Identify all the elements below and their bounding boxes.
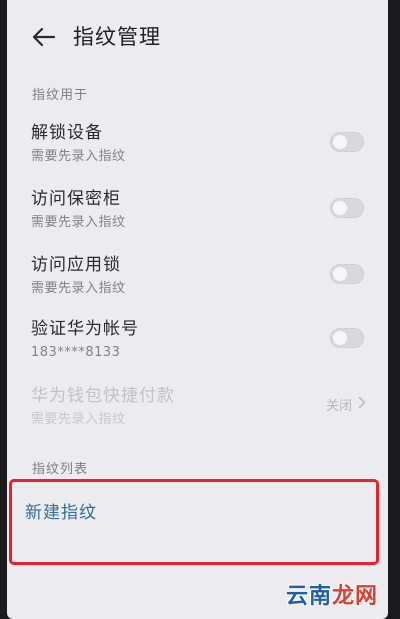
setting-title: 华为钱包快捷付款: [31, 386, 175, 406]
section-label-fingerprint-list: 指纹列表: [32, 462, 89, 477]
page-title: 指纹管理: [73, 25, 161, 49]
setting-row-safe-access[interactable]: 访问保密柜 需要先录入指纹: [7, 186, 388, 248]
setting-subtitle: 需要先录入指纹: [31, 215, 126, 230]
setting-subtitle: 需要先录入指纹: [31, 412, 126, 427]
setting-title: 访问保密柜: [31, 189, 121, 209]
back-button[interactable]: [27, 20, 61, 54]
setting-row-app-lock[interactable]: 访问应用锁 需要先录入指纹: [7, 252, 388, 314]
wallet-payment-value: 关闭: [326, 395, 366, 414]
new-fingerprint-label: 新建指纹: [25, 503, 97, 523]
site-watermark: 云南龙网: [286, 584, 379, 609]
chevron-right-icon: [358, 396, 366, 413]
setting-subtitle: 需要先录入指纹: [31, 149, 126, 164]
setting-row-verify-account[interactable]: 验证华为帐号 183****8133: [7, 316, 388, 378]
arrow-left-icon: [33, 28, 55, 46]
safe-access-toggle[interactable]: [330, 198, 364, 218]
verify-account-toggle[interactable]: [330, 328, 364, 348]
new-fingerprint-button[interactable]: 新建指纹: [11, 480, 383, 566]
account-number: 183****8133: [31, 345, 121, 360]
setting-title: 验证华为帐号: [31, 319, 139, 339]
setting-subtitle: 需要先录入指纹: [31, 281, 126, 296]
settings-screen: 指纹管理 指纹用于 解锁设备 需要先录入指纹 访问保密柜 需要先录入指纹 访问应…: [7, 0, 388, 619]
title-bar: 指纹管理: [7, 0, 388, 72]
app-lock-toggle[interactable]: [330, 264, 364, 284]
setting-title: 解锁设备: [31, 123, 103, 143]
setting-row-wallet-payment: 华为钱包快捷付款 需要先录入指纹 关闭: [7, 383, 388, 445]
section-label-usage: 指纹用于: [32, 88, 89, 103]
phone-frame: 指纹管理 指纹用于 解锁设备 需要先录入指纹 访问保密柜 需要先录入指纹 访问应…: [0, 0, 400, 619]
setting-row-unlock-device[interactable]: 解锁设备 需要先录入指纹: [7, 120, 388, 182]
setting-title: 访问应用锁: [31, 255, 121, 275]
value-text: 关闭: [325, 399, 352, 414]
unlock-device-toggle[interactable]: [330, 132, 364, 152]
